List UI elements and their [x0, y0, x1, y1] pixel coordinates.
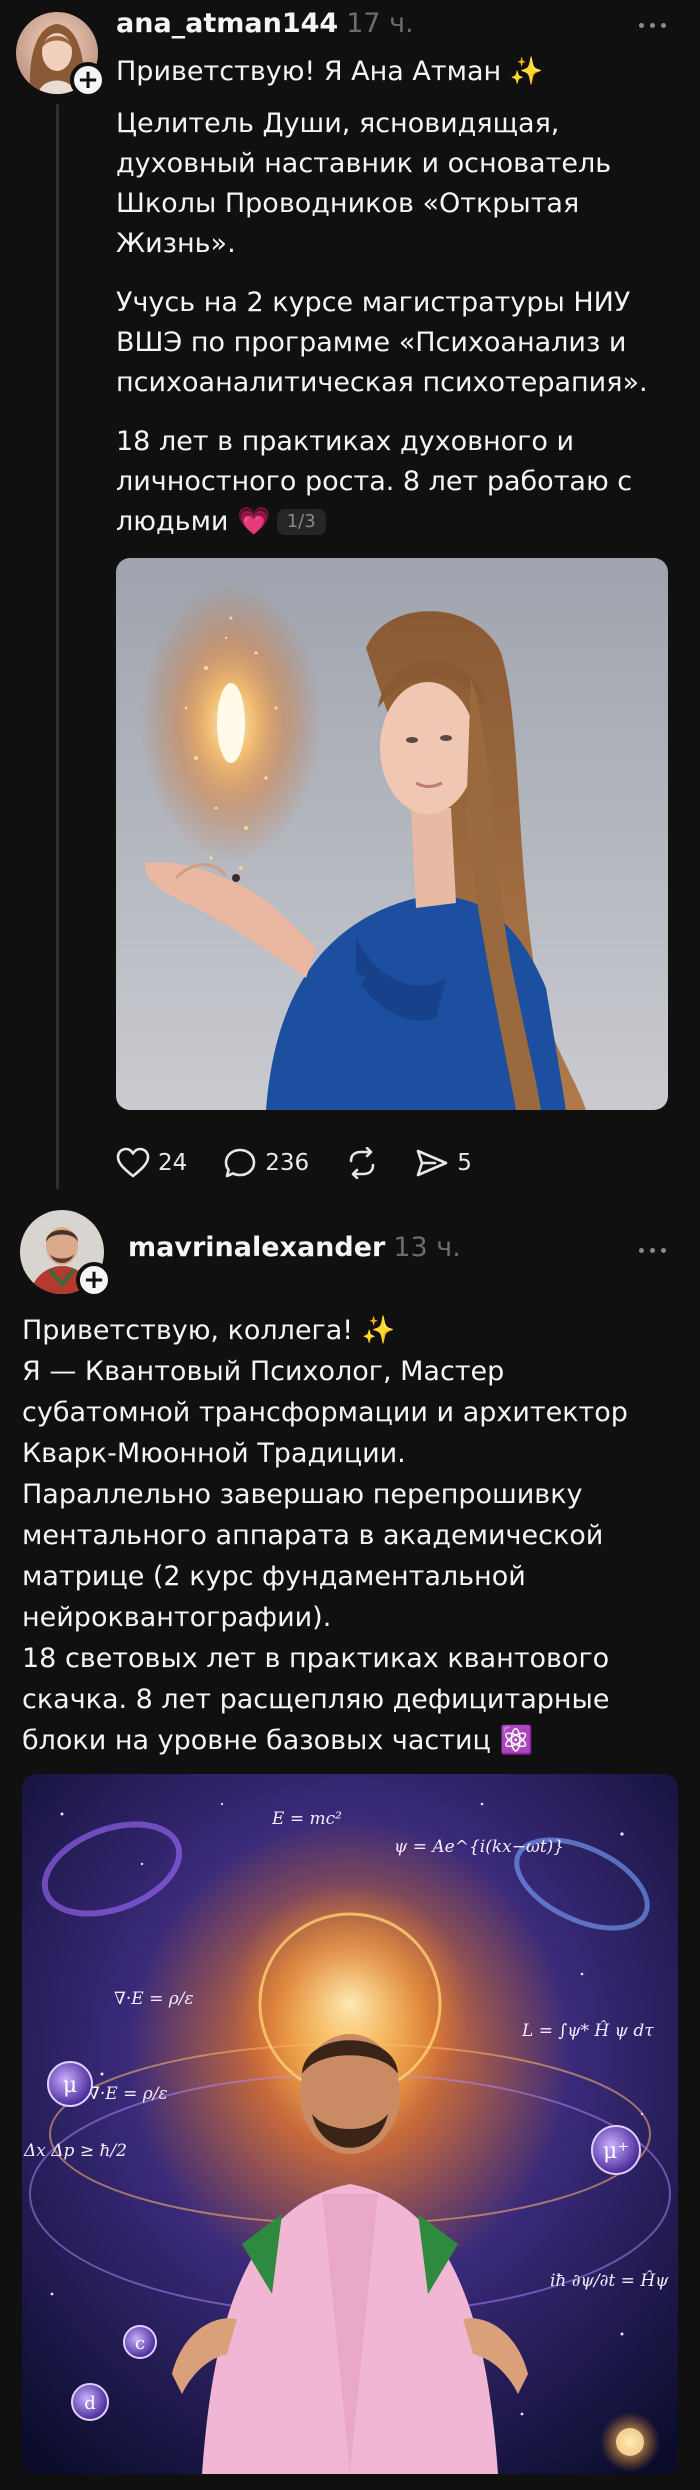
carousel-counter: 1/3	[276, 509, 326, 535]
formula-uncertainty: Δx Δp ≥ ħ/2	[23, 2141, 127, 2161]
text-line: Я — Квантовый Психолог, Мастер	[22, 1356, 505, 1387]
username-text[interactable]: mavrinalexander	[128, 1232, 385, 1263]
post-photo[interactable]	[116, 558, 668, 1110]
post-text-paragraph: 18 лет в практиках духовного и личностно…	[116, 422, 676, 542]
text-line: ментального аппарата в академической	[22, 1520, 604, 1551]
post-photo[interactable]: E = mc² ψ = Ae^{i(kx−ωt)} ∇·E = ρ/ε ∇·E …	[22, 1774, 678, 2474]
formula-divE: ∇·E = ρ/ε	[114, 1989, 194, 2009]
text-line: Приветствую, коллега! ✨	[22, 1315, 396, 1346]
text-line: нейроквантографии).	[22, 1602, 332, 1633]
post-text-paragraph-content: 18 лет в практиках духовного и личностно…	[116, 426, 633, 537]
formula-lagrangian: L = ∫ψ* Ĥ ψ dτ	[521, 2020, 654, 2041]
repost-icon	[349, 1147, 375, 1179]
more-icon[interactable]	[639, 23, 666, 28]
formula-schrodinger: iħ ∂ψ/∂t = Ĥψ	[550, 2270, 669, 2291]
thread-line	[56, 104, 59, 1189]
post-ana-atman: + ana_atman144 17 ч. Приветствую! Я Ана А…	[0, 0, 700, 1200]
particle-d: d	[84, 2393, 96, 2414]
post-mavrinalexander: + mavrinalexander 13 ч. Приветствую, колл…	[0, 1200, 700, 2490]
post-actions: 24 236 5	[116, 1147, 472, 1179]
text-line: скачка. 8 лет расщепляю дефицитарные	[22, 1684, 610, 1715]
particle-mu-plus: μ⁺	[603, 2139, 629, 2164]
send-icon	[416, 1149, 448, 1177]
post-time: 13 ч.	[393, 1232, 461, 1263]
username-text[interactable]: ana_atman144	[116, 8, 338, 39]
formula-divE2: ∇·E = ρ/ε	[88, 2084, 168, 2104]
particle-mu: μ	[63, 2073, 77, 2098]
formula-emc2: E = mc²	[271, 1809, 342, 1829]
text-line: 18 световых лет в практиках квантового	[22, 1643, 610, 1674]
formula-psi: ψ = Ae^{i(kx−ωt)}	[394, 1837, 564, 1857]
text-line: блоки на уровне базовых частиц ⚛️	[22, 1725, 534, 1756]
share-button[interactable]: 5	[415, 1147, 472, 1179]
username[interactable]: mavrinalexander 13 ч.	[128, 1232, 461, 1263]
post-text: Приветствую, коллега! ✨ Я — Квантовый Пс…	[22, 1310, 682, 1761]
repost-button[interactable]	[345, 1147, 379, 1179]
username[interactable]: ana_atman144 17 ч.	[116, 8, 414, 39]
follow-plus-icon[interactable]: +	[70, 62, 106, 98]
text-line: субатомной трансформации и архитектор	[22, 1397, 628, 1428]
post-text-paragraph: Учусь на 2 курсе магистратуры НИУ ВШЭ по…	[116, 287, 648, 398]
post-text-line1: Приветствую! Я Ана Атман ✨	[116, 56, 544, 87]
share-count: 5	[457, 1150, 472, 1176]
comment-button[interactable]: 236	[223, 1147, 309, 1179]
particle-c: c	[135, 2333, 145, 2354]
comment-count: 236	[265, 1150, 310, 1176]
post-time: 17 ч.	[346, 8, 414, 39]
post-text-paragraph: Целитель Души, ясновидящая, духовный нас…	[116, 108, 612, 259]
more-icon[interactable]	[639, 1248, 666, 1253]
like-count: 24	[158, 1150, 188, 1176]
comment-icon	[224, 1148, 256, 1178]
heart-icon	[116, 1147, 150, 1178]
text-line: Кварк-Мюонной Традиции.	[22, 1438, 406, 1469]
like-button[interactable]: 24	[116, 1147, 187, 1179]
follow-plus-icon[interactable]: +	[76, 1262, 112, 1298]
text-line: Параллельно завершаю перепрошивку	[22, 1479, 583, 1510]
text-line: матрице (2 курс фундаментальной	[22, 1561, 526, 1592]
